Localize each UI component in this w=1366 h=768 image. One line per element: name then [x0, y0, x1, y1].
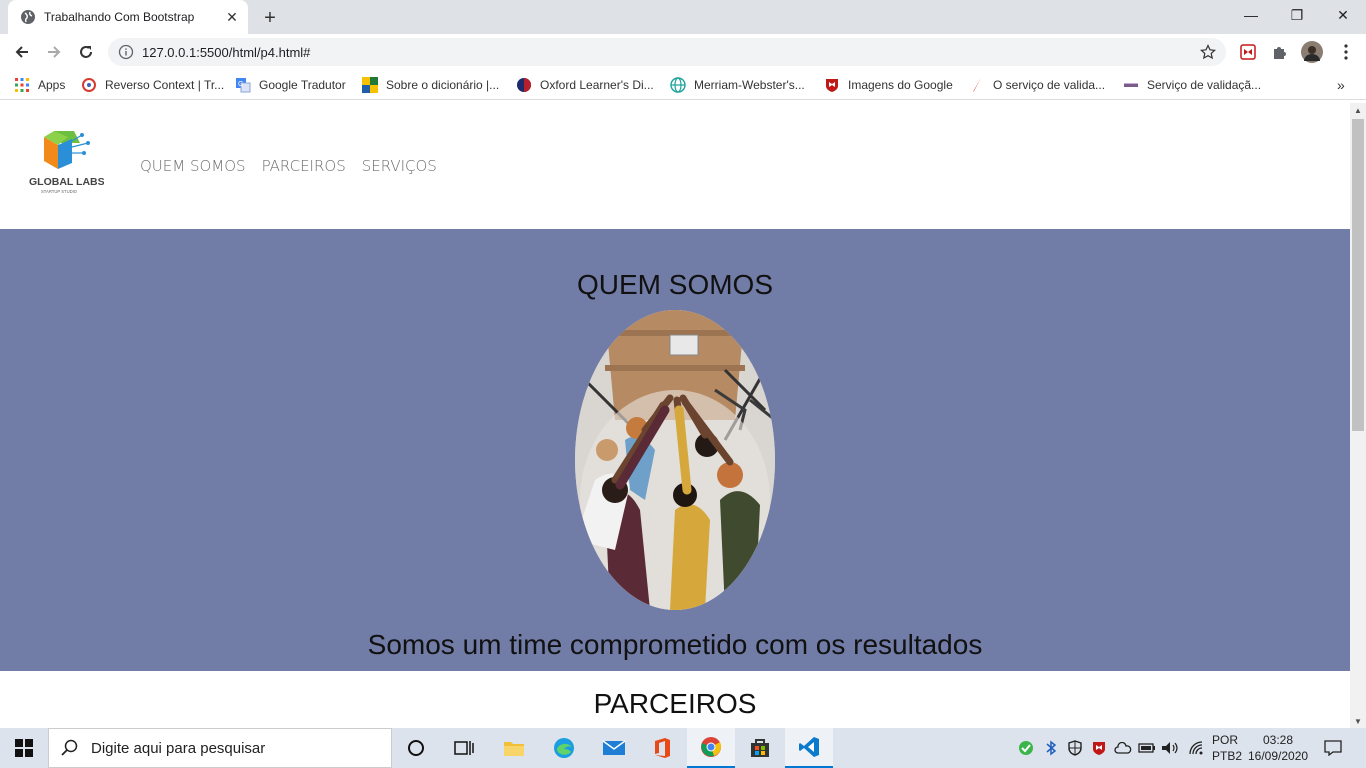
oxford-icon: [517, 78, 531, 92]
forward-arrow-icon: [48, 46, 61, 58]
svg-text:G: G: [238, 81, 243, 88]
bookmark-star-icon[interactable]: [1200, 44, 1216, 60]
vscode-icon: [799, 737, 819, 757]
extensions-puzzle-icon[interactable]: [1268, 40, 1292, 64]
tab-title: Trabalhando Com Bootstrap: [44, 10, 195, 24]
bookmark-oxford[interactable]: Oxford Learner's Di...: [516, 76, 654, 94]
taskbar-search-box[interactable]: Digite aqui para pesquisar: [48, 728, 392, 768]
store-button[interactable]: [736, 728, 784, 768]
chrome-button[interactable]: [687, 728, 735, 768]
edge-button[interactable]: [540, 728, 588, 768]
input-language-indicator[interactable]: POR PTB2: [1212, 732, 1242, 764]
section-title-parceiros: PARCEIROS: [593, 688, 757, 719]
svg-text:STARTUP STUDIO: STARTUP STUDIO: [41, 189, 78, 194]
w3c-icon: [1124, 83, 1138, 87]
task-view-button[interactable]: [440, 728, 488, 768]
restore-button[interactable]: ❐: [1274, 0, 1320, 30]
file-explorer-button[interactable]: [490, 728, 538, 768]
scroll-up-arrow-icon[interactable]: ▲: [1350, 103, 1366, 117]
google-translate-icon: G: [236, 78, 251, 93]
vscode-button[interactable]: [785, 728, 833, 768]
mcafee-shield-icon: [826, 79, 838, 92]
mail-icon: [602, 740, 626, 755]
globe-icon: [670, 77, 686, 93]
site-navbar: GLOBAL LABS STARTUP STUDIO QUEM SOMOS PA…: [0, 103, 1350, 229]
section-title-quem-somos: QUEM SOMOS: [576, 269, 773, 300]
nav-link-servicos[interactable]: SERVIÇOS: [362, 157, 437, 175]
bookmark-google-tradutor[interactable]: G Google Tradutor: [235, 76, 346, 94]
bookmark-reverso[interactable]: Reverso Context | Tr...: [81, 76, 224, 94]
scrollbar-thumb[interactable]: [1352, 119, 1364, 431]
bookmark-imagens-google[interactable]: Imagens do Google: [824, 76, 953, 94]
edge-icon: [554, 738, 574, 758]
cortana-circle-icon: [408, 740, 424, 756]
bookmark-servico-validacao-2[interactable]: Serviço de validaçã...: [1123, 76, 1261, 94]
reload-icon: [80, 46, 92, 58]
back-button[interactable]: [10, 40, 34, 64]
profile-avatar[interactable]: [1300, 40, 1324, 64]
back-arrow-icon: [15, 46, 28, 58]
volume-icon[interactable]: [1161, 738, 1179, 758]
browser-menu-icon[interactable]: [1334, 40, 1358, 64]
wifi-icon[interactable]: [1187, 738, 1205, 758]
mail-button[interactable]: [590, 728, 638, 768]
start-button[interactable]: [0, 728, 48, 768]
extension-mcafee-icon[interactable]: [1236, 40, 1260, 64]
store-bag-icon: [751, 739, 769, 757]
apps-grid-icon: [15, 78, 29, 92]
nav-links: QUEM SOMOS PARCEIROS SERVIÇOS: [140, 157, 437, 175]
more-bookmarks-icon[interactable]: »: [1337, 76, 1345, 94]
team-high-five-photo: [575, 310, 775, 610]
search-icon: [61, 739, 78, 756]
mcafee-tray-icon[interactable]: [1090, 738, 1108, 758]
new-tab-button[interactable]: +: [258, 6, 282, 30]
close-window-button[interactable]: ✕: [1320, 0, 1366, 30]
browser-toolbar: 127.0.0.1:5500/html/p4.html#: [0, 34, 1366, 70]
hero-tagline: Somos um time comprometido com os result…: [367, 629, 983, 660]
info-icon: [118, 44, 134, 60]
global-labs-logo[interactable]: GLOBAL LABS STARTUP STUDIO: [28, 127, 104, 197]
defender-shield-icon[interactable]: [1066, 738, 1084, 758]
reverso-icon: [82, 78, 96, 92]
dicionario-icon: [362, 77, 378, 93]
bluetooth-icon[interactable]: [1042, 738, 1060, 758]
bookmark-servico-validacao-1[interactable]: O serviço de valida...: [969, 76, 1105, 94]
globe-icon: [21, 10, 35, 24]
reload-button[interactable]: [74, 40, 98, 64]
battery-icon[interactable]: [1138, 738, 1156, 758]
quem-somos-section: QUEM SOMOS Somos um time comprometido co…: [0, 229, 1350, 671]
forward-button[interactable]: [42, 40, 66, 64]
cortana-button[interactable]: [392, 728, 440, 768]
bookmark-merriam-webster[interactable]: Merriam-Webster's...: [670, 76, 805, 94]
tab-strip: Trabalhando Com Bootstrap ✕ + — ❐ ✕: [0, 0, 1366, 34]
onedrive-cloud-icon[interactable]: [1114, 738, 1132, 758]
nav-link-parceiros[interactable]: PARCEIROS: [262, 157, 346, 175]
taskbar-clock[interactable]: 03:28 16/09/2020: [1248, 732, 1308, 764]
folder-icon: [504, 742, 524, 756]
task-view-icon: [454, 741, 474, 755]
url-text: 127.0.0.1:5500/html/p4.html#: [142, 44, 311, 60]
bookmark-apps[interactable]: Apps: [14, 76, 65, 94]
office-icon: [655, 738, 670, 758]
chrome-icon: [701, 737, 722, 757]
scroll-down-arrow-icon[interactable]: ▼: [1350, 714, 1366, 728]
search-placeholder: Digite aqui para pesquisar: [91, 739, 266, 757]
svg-text:GLOBAL LABS: GLOBAL LABS: [29, 176, 104, 188]
notifications-icon[interactable]: [1324, 738, 1342, 758]
quill-icon: [973, 78, 981, 92]
nav-link-quem-somos[interactable]: QUEM SOMOS: [140, 157, 246, 175]
bookmarks-bar: Apps Reverso Context | Tr... G Google Tr…: [0, 70, 1366, 100]
bookmark-dicionario[interactable]: Sobre o dicionário |...: [362, 76, 499, 94]
web-page: GLOBAL LABS STARTUP STUDIO QUEM SOMOS PA…: [0, 103, 1350, 728]
minimize-button[interactable]: —: [1228, 0, 1274, 30]
address-bar[interactable]: 127.0.0.1:5500/html/p4.html#: [108, 38, 1226, 66]
security-check-icon[interactable]: [1017, 738, 1035, 758]
close-tab-icon[interactable]: ✕: [222, 7, 242, 27]
browser-tab[interactable]: Trabalhando Com Bootstrap ✕: [8, 0, 248, 34]
office-button[interactable]: [638, 728, 686, 768]
browser-chrome: Trabalhando Com Bootstrap ✕ + — ❐ ✕ 127.…: [0, 0, 1366, 103]
windows-logo-icon: [15, 739, 33, 757]
page-scrollbar[interactable]: ▲ ▼: [1350, 103, 1366, 728]
windows-taskbar: Digite aqui para pesquisar POR PTB2 03:2…: [0, 728, 1366, 768]
